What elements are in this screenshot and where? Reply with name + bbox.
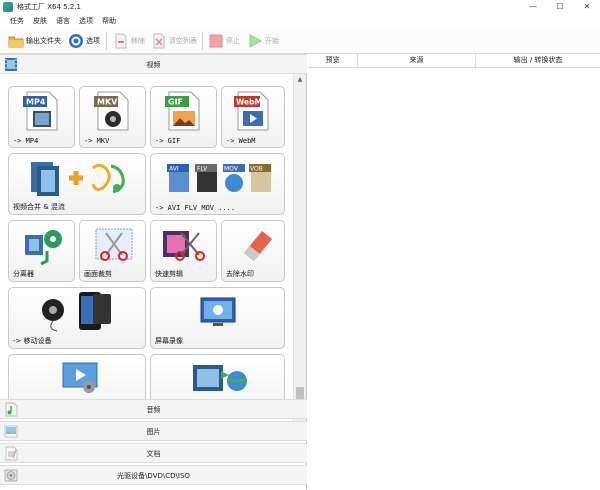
remove-button[interactable]: 移除 bbox=[113, 32, 145, 50]
document-remove-icon bbox=[113, 33, 129, 49]
tile-to-gif[interactable]: GIF -> GIF bbox=[150, 86, 217, 148]
title-bar: 格式工厂 X64 5.2.1 — ☐ ✕ bbox=[0, 0, 600, 14]
toolbar-divider bbox=[106, 32, 107, 50]
column-header-preview[interactable]: 预览 bbox=[308, 54, 358, 68]
tile-to-mp4[interactable]: MP4 -> MP4 bbox=[8, 86, 75, 148]
tile-to-webm-label: -> WebM bbox=[226, 137, 256, 145]
category-audio-header[interactable]: 音频 bbox=[0, 399, 307, 419]
tile-remove-watermark[interactable]: 去除水印 bbox=[221, 220, 285, 282]
remove-label: 移除 bbox=[131, 37, 145, 45]
tile-splitter-label: 分离器 bbox=[13, 270, 34, 278]
tile-to-gif-label: -> GIF bbox=[155, 137, 181, 145]
toolbar-divider bbox=[202, 32, 203, 50]
tile-to-mkv-label: -> MKV bbox=[84, 137, 110, 145]
close-button[interactable]: ✕ bbox=[574, 0, 600, 14]
category-document-header[interactable]: 文档 bbox=[0, 443, 307, 463]
output-folder-button[interactable]: 输出文件夹 bbox=[8, 32, 61, 50]
category-audio-label: 音频 bbox=[146, 406, 161, 414]
function-scrollbar[interactable]: ▲ ▼ bbox=[293, 74, 306, 421]
svg-text:MP4: MP4 bbox=[26, 98, 46, 107]
video-player-icon bbox=[61, 361, 101, 399]
function-panel: 视频 MP4 -> MP4 MKV -> MKV GIF -> GIF WebM… bbox=[0, 54, 307, 490]
webm-file-icon: WebM bbox=[234, 91, 272, 133]
quick-cut-icon bbox=[161, 225, 207, 267]
tile-to-mkv[interactable]: MKV -> MKV bbox=[79, 86, 146, 148]
app-window: 格式工厂 X64 5.2.1 — ☐ ✕ 任务 皮肤 语言 选项 帮助 输出文件… bbox=[0, 0, 600, 490]
gif-file-icon: GIF bbox=[165, 91, 203, 133]
video-function-grid: MP4 -> MP4 MKV -> MKV GIF -> GIF WebM ->… bbox=[0, 74, 293, 421]
svg-text:WebM: WebM bbox=[236, 98, 262, 107]
start-label: 开始 bbox=[265, 37, 279, 45]
column-header-source[interactable]: 来源 bbox=[358, 54, 476, 68]
clear-list-icon bbox=[151, 33, 167, 49]
options-icon bbox=[68, 33, 84, 49]
tile-to-avi-label: -> AVI FLV MOV .... bbox=[155, 204, 236, 212]
toolbar: 输出文件夹 选项 移除 清空列表 停止 开始 bbox=[0, 28, 600, 54]
minimize-button[interactable]: — bbox=[520, 0, 546, 14]
svg-text:VOB: VOB bbox=[250, 166, 263, 173]
tile-splitter[interactable]: 分离器 bbox=[8, 220, 75, 282]
tile-mobile-device[interactable]: -> 移动设备 bbox=[8, 287, 146, 349]
task-list[interactable]: 预览 来源 输出 / 转换状态 bbox=[308, 54, 600, 490]
stop-label: 停止 bbox=[226, 37, 240, 45]
category-video-header[interactable]: 视频 bbox=[0, 54, 307, 74]
options-button[interactable]: 选项 bbox=[68, 32, 100, 50]
category-image-label: 图片 bbox=[146, 428, 161, 436]
app-logo-icon bbox=[3, 2, 13, 12]
menu-options[interactable]: 选项 bbox=[79, 16, 93, 26]
tile-crop-label: 画面裁剪 bbox=[84, 270, 112, 278]
stop-button[interactable]: 停止 bbox=[208, 32, 240, 50]
screen-record-icon bbox=[199, 296, 237, 330]
category-document-label: 文档 bbox=[146, 450, 161, 458]
svg-text:MOV: MOV bbox=[224, 166, 239, 173]
stop-icon bbox=[208, 33, 224, 49]
category-video-label: 视频 bbox=[146, 61, 161, 69]
video-join-icon bbox=[29, 158, 139, 202]
category-disc-header[interactable]: 光驱设备\DVD\CD\ISO bbox=[0, 465, 307, 485]
tile-screen-record[interactable]: 屏幕录像 bbox=[150, 287, 285, 349]
scroll-up-arrow-icon[interactable]: ▲ bbox=[294, 74, 306, 86]
svg-text:AVI: AVI bbox=[169, 166, 179, 173]
play-icon bbox=[247, 33, 263, 49]
clear-list-label: 清空列表 bbox=[169, 37, 197, 45]
tile-video-join-label: 视频合并 & 混流 bbox=[13, 203, 65, 211]
svg-text:GIF: GIF bbox=[168, 98, 183, 107]
crop-scissors-icon bbox=[92, 225, 136, 267]
menu-help[interactable]: 帮助 bbox=[102, 16, 116, 26]
tile-to-webm[interactable]: WebM -> WebM bbox=[221, 86, 285, 148]
menu-skin[interactable]: 皮肤 bbox=[33, 16, 47, 26]
category-image-header[interactable]: 图片 bbox=[0, 421, 307, 441]
tile-mobile-device-label: -> 移动设备 bbox=[13, 337, 52, 345]
options-label: 选项 bbox=[86, 37, 100, 45]
column-header-output-status[interactable]: 输出 / 转换状态 bbox=[476, 54, 600, 68]
output-folder-label: 输出文件夹 bbox=[26, 37, 61, 45]
menu-bar: 任务 皮肤 语言 选项 帮助 bbox=[0, 14, 600, 28]
tile-to-mp4-label: -> MP4 bbox=[13, 137, 39, 145]
tile-quick-cut[interactable]: 快速剪辑 bbox=[150, 220, 217, 282]
video-globe-icon bbox=[191, 361, 251, 399]
splitter-icon bbox=[21, 225, 65, 267]
eraser-icon bbox=[236, 225, 276, 267]
mkv-file-icon: MKV bbox=[94, 91, 132, 133]
clear-list-button[interactable]: 清空列表 bbox=[151, 32, 197, 50]
svg-text:MKV: MKV bbox=[97, 98, 118, 107]
svg-text:FLV: FLV bbox=[197, 166, 208, 173]
tile-to-avi-flv-mov[interactable]: AVI FLV MOV VOB -> AVI FLV MOV .... bbox=[150, 153, 285, 215]
mobile-device-icon bbox=[39, 290, 119, 336]
category-disc-label: 光驱设备\DVD\CD\ISO bbox=[117, 472, 190, 480]
tile-screen-record-label: 屏幕录像 bbox=[155, 337, 183, 345]
multi-format-icon: AVI FLV MOV VOB bbox=[165, 162, 275, 200]
tile-video-join-mux[interactable]: 视频合并 & 混流 bbox=[8, 153, 146, 215]
tile-remove-watermark-label: 去除水印 bbox=[226, 270, 254, 278]
menu-tasks[interactable]: 任务 bbox=[10, 16, 24, 26]
tile-crop[interactable]: 画面裁剪 bbox=[79, 220, 146, 282]
start-button[interactable]: 开始 bbox=[247, 32, 279, 50]
maximize-button[interactable]: ☐ bbox=[547, 0, 573, 14]
mp4-file-icon: MP4 bbox=[23, 91, 61, 133]
folder-icon bbox=[8, 33, 24, 49]
menu-language[interactable]: 语言 bbox=[56, 16, 70, 26]
window-title: 格式工厂 X64 5.2.1 bbox=[17, 3, 81, 11]
tile-quick-cut-label: 快速剪辑 bbox=[155, 270, 183, 278]
